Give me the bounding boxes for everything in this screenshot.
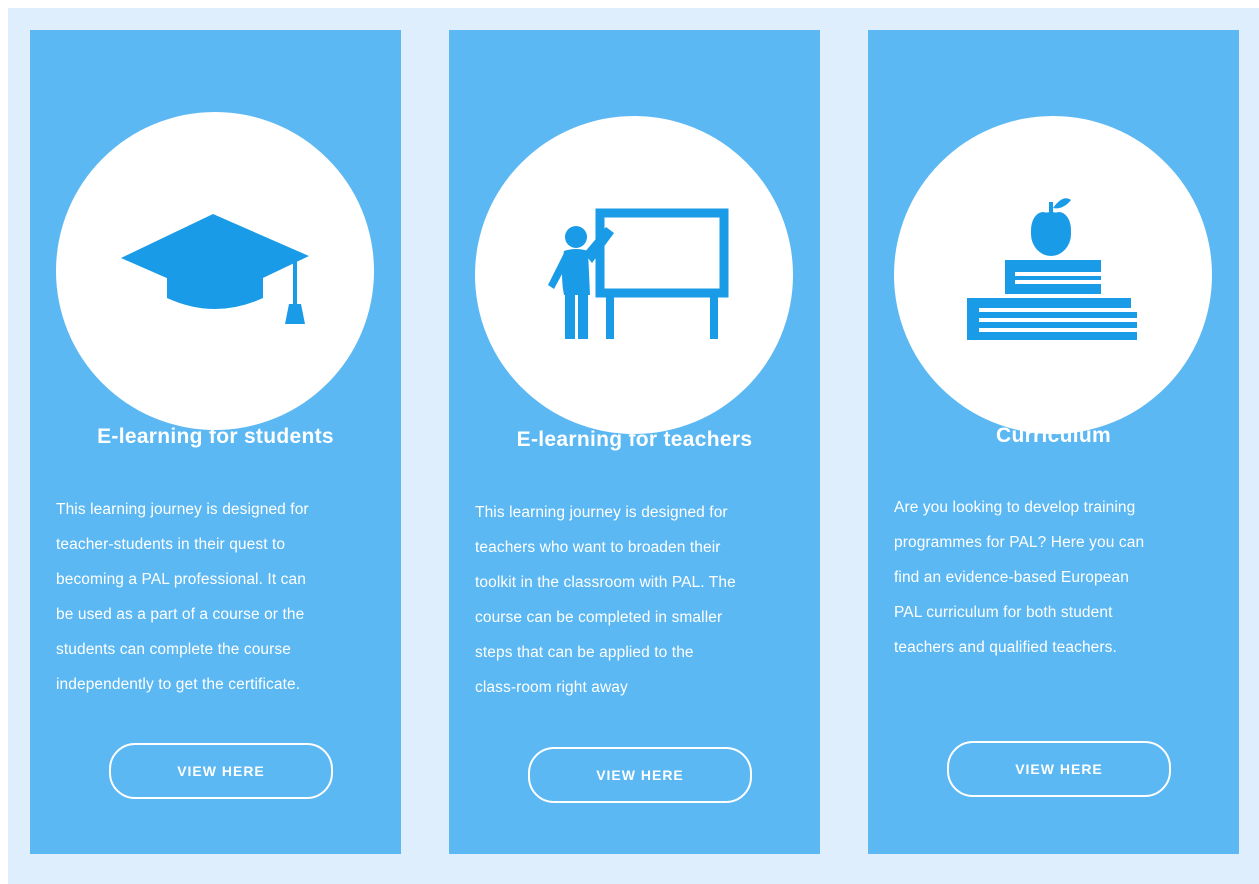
card-title: Curriculum [995,424,1111,447]
description-line: teachers and qualified teachers. [894,639,1117,656]
description-line: students can complete the course [56,641,291,658]
description-line: programmes for PAL? Here you can [894,534,1145,551]
description-line: teacher-students in their quest to [56,536,286,553]
description-line: steps that can be applied to the [475,644,694,661]
card-e-learning-students: E-learning for students This learning jo… [30,30,401,854]
card-description: This learning journey is designed for te… [475,495,805,705]
icon-circle [894,116,1212,434]
card-title: E-learning for students [97,425,334,448]
books-apple-icon [967,198,1137,340]
view-here-button[interactable]: VIEW HERE [947,741,1171,797]
description-line: becoming a PAL professional. It can [56,571,306,588]
card-e-learning-teachers: E-learning for teachers This learning jo… [449,30,820,854]
teacher-whiteboard-icon [548,208,729,339]
card-description: Are you looking to develop training prog… [894,490,1224,665]
graduation-cap-icon [121,214,309,324]
icon-circle [475,116,793,434]
description-line: PAL curriculum for both student [894,604,1113,621]
card-curriculum: Curriculum Are you looking to develop tr… [868,30,1239,854]
view-here-button[interactable]: VIEW HERE [109,743,333,799]
card-description: This learning journey is designed for te… [56,492,386,702]
description-line: independently to get the certificate. [56,676,301,693]
description-line: Are you looking to develop training [894,499,1136,516]
description-line: find an evidence-based European [894,569,1129,586]
view-here-button[interactable]: VIEW HERE [528,747,752,803]
description-line: class-room right away [475,679,628,696]
description-line: course can be completed in smaller [475,609,723,626]
description-line: This learning journey is designed for [475,504,728,521]
description-line: toolkit in the classroom with PAL. The [475,574,736,591]
description-line: be used as a part of a course or the [56,606,305,623]
description-line: This learning journey is designed for [56,501,309,518]
icon-circle [56,112,374,430]
card-title: E-learning for teachers [516,428,753,451]
description-line: teachers who want to broaden their [475,539,721,556]
